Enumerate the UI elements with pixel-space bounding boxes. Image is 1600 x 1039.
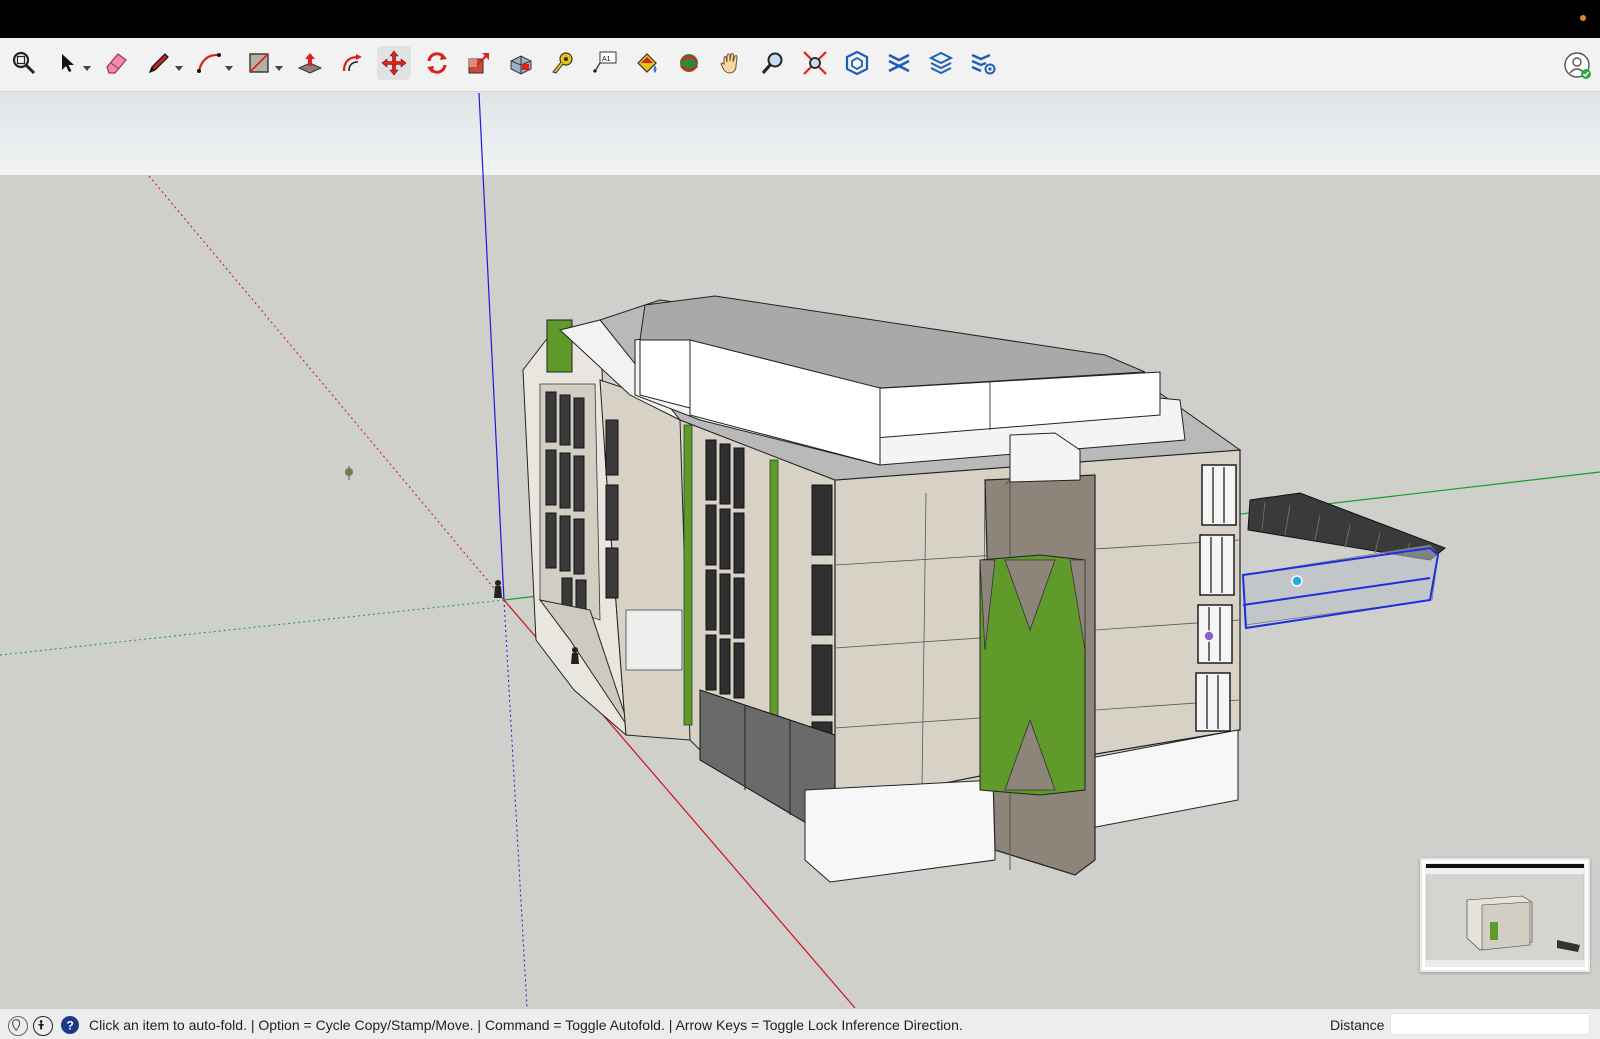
sky-band (0, 92, 1600, 175)
extension-manager-icon[interactable] (966, 46, 1000, 80)
line-menu-caret[interactable] (174, 60, 184, 71)
follow-me-icon[interactable] (504, 46, 538, 80)
rotate-icon[interactable] (420, 46, 454, 80)
pan-icon[interactable] (714, 46, 748, 80)
rectangle-menu-caret[interactable] (274, 60, 284, 71)
layout-icon[interactable] (924, 46, 958, 80)
select-menu-caret[interactable] (82, 60, 92, 71)
select-icon[interactable] (50, 46, 84, 80)
arc-menu-caret[interactable] (224, 60, 234, 71)
text-icon[interactable]: A1 (588, 46, 622, 80)
scale-icon[interactable] (462, 46, 496, 80)
svg-text:?: ? (67, 1019, 74, 1033)
3d-warehouse-icon[interactable] (840, 46, 874, 80)
zoom-window-icon[interactable] (7, 46, 41, 80)
geolocation-icon[interactable] (8, 1016, 28, 1036)
orbit-icon[interactable] (672, 46, 706, 80)
paint-bucket-icon[interactable] (630, 46, 664, 80)
distance-input[interactable] (1390, 1013, 1590, 1035)
extension-warehouse-icon[interactable] (882, 46, 916, 80)
arc-icon[interactable] (192, 46, 226, 80)
move-icon[interactable] (377, 46, 411, 80)
tape-measure-icon[interactable] (546, 46, 580, 80)
title-bar (0, 0, 1600, 38)
line-icon[interactable] (142, 46, 176, 80)
zoom-icon[interactable] (756, 46, 790, 80)
status-hint-text: Click an item to auto-fold. | Option = C… (89, 1017, 963, 1033)
eraser-icon[interactable] (99, 46, 133, 80)
status-bar: ? Click an item to auto-fold. | Option =… (0, 1008, 1600, 1039)
credits-icon[interactable] (33, 1016, 53, 1036)
distance-label: Distance (1330, 1017, 1385, 1033)
zoom-extents-icon[interactable] (798, 46, 832, 80)
notification-dot (1580, 15, 1586, 21)
modeling-viewport[interactable] (0, 175, 1600, 1008)
push-pull-icon[interactable] (293, 46, 327, 80)
main-toolbar: A1 (0, 38, 1600, 92)
rectangle-icon[interactable] (242, 46, 276, 80)
offset-icon[interactable] (335, 46, 369, 80)
account-icon[interactable] (1562, 50, 1592, 80)
instructor-icon[interactable]: ? (61, 1016, 79, 1034)
scene-thumbnail[interactable] (1420, 858, 1590, 972)
svg-text:A1: A1 (602, 56, 611, 63)
